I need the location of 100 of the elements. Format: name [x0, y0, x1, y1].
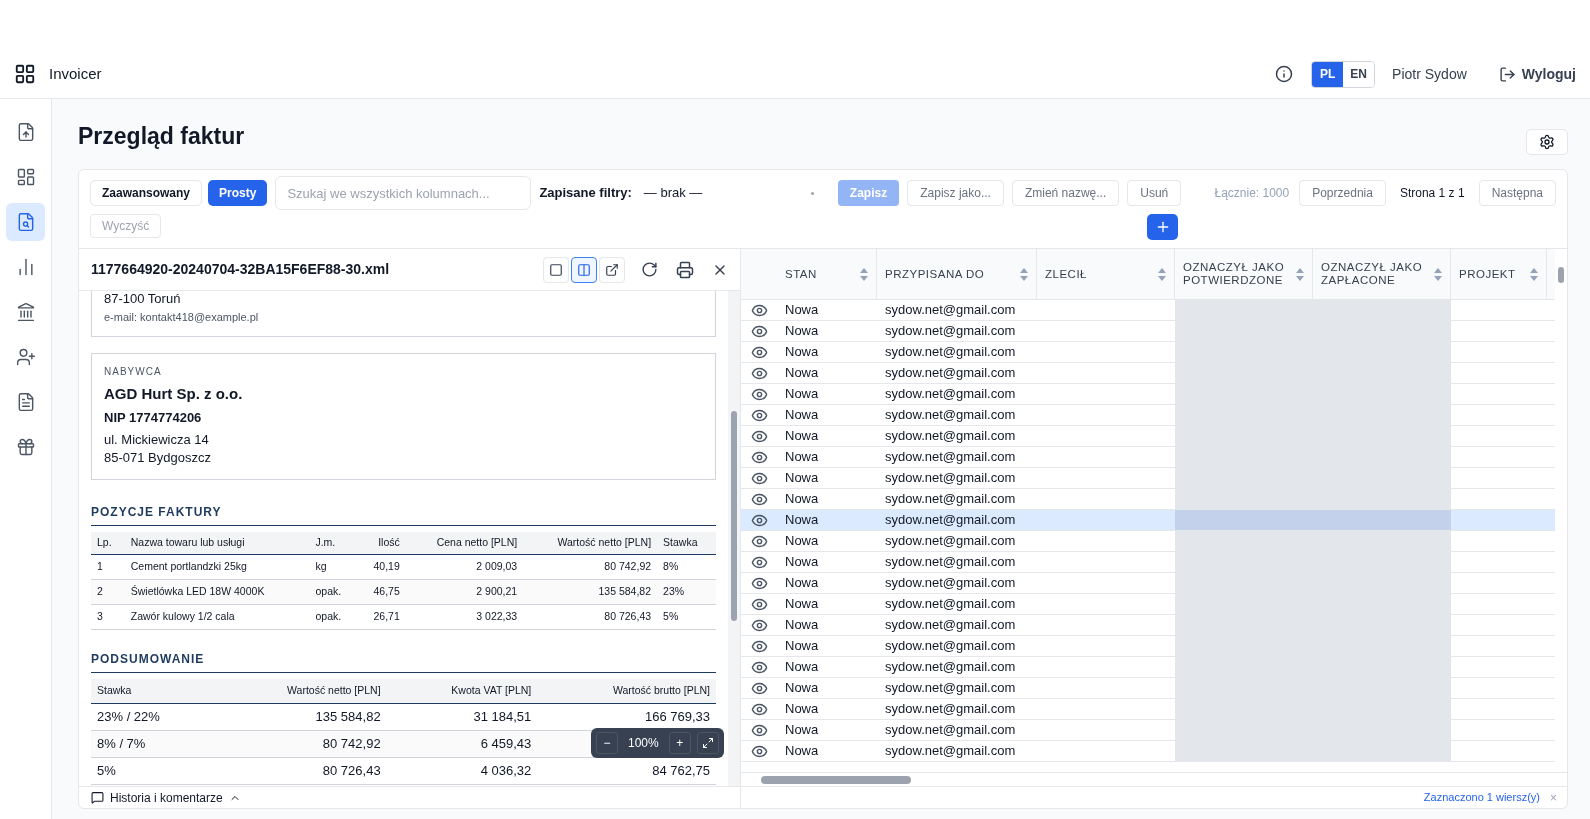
table-cell: 2 900,21 [405, 579, 524, 605]
sidebar-item[interactable] [6, 203, 45, 241]
add-button[interactable] [1147, 214, 1178, 240]
assignee-cell-text: sydow.net@gmail.com [885, 490, 1016, 509]
layout-toggle[interactable] [571, 256, 597, 283]
status-cell-text: Nowa [785, 658, 819, 677]
logout-button[interactable]: Wyloguj [1498, 63, 1576, 85]
column-header: Wartość brutto [PLN] [537, 679, 716, 703]
seller-email: e-mail: kontakt418@example.pl [104, 310, 260, 325]
table-row[interactable]: Nowa sydow.net@gmail.com [741, 447, 1555, 468]
status-cell-text: Nowa [785, 364, 819, 383]
buyer-nip: NIP 1774774206 [104, 409, 203, 427]
status-cell-text: Nowa [785, 553, 819, 572]
app-grid-icon[interactable] [14, 63, 36, 85]
page-title: Przegląd faktur [78, 121, 245, 151]
table-row[interactable]: Nowa sydow.net@gmail.com [741, 426, 1555, 447]
user-name: Piotr Sydow [1392, 64, 1467, 84]
previous-button[interactable]: Poprzednia [1299, 180, 1386, 206]
status-cell-text: Nowa [785, 595, 819, 614]
table-row[interactable]: Nowa sydow.net@gmail.com [741, 405, 1555, 426]
zoom-in-button[interactable]: + [668, 732, 691, 754]
filter-action-button[interactable]: Zmień nazwę... [1011, 180, 1120, 206]
assignee-cell-text: sydow.net@gmail.com [885, 595, 1016, 614]
table-cell: 2 [91, 579, 125, 605]
summary-heading: PODSUMOWANIE [91, 650, 716, 673]
table-row[interactable]: Nowa sydow.net@gmail.com [741, 321, 1555, 342]
fullscreen-button[interactable] [696, 732, 719, 754]
table-cell: 26,71 [357, 604, 406, 630]
status-cell-text: Nowa [785, 343, 819, 362]
buyer-heading: NABYWCA [104, 364, 163, 379]
table-cell: 5% [97, 762, 116, 778]
next-button[interactable]: Następna [1478, 180, 1556, 206]
mode-tab[interactable]: Prosty [208, 180, 268, 206]
bank-icon [15, 302, 36, 322]
mode-tab[interactable]: Zaawansowany [90, 180, 203, 206]
print-icon[interactable] [676, 260, 694, 279]
status-cell-text: Nowa [785, 427, 819, 446]
settings-button[interactable] [1526, 129, 1568, 155]
table-row[interactable]: Nowa sydow.net@gmail.com [741, 363, 1555, 384]
column-header: Wartość netto [PLN] [523, 531, 658, 555]
assignee-cell-text: sydow.net@gmail.com [885, 553, 1016, 572]
status-cell-text: Nowa [785, 448, 819, 467]
column-header: Stawka [657, 531, 716, 555]
column-header[interactable]: PROJEKT [1451, 249, 1547, 299]
status-cell-text: Nowa [785, 490, 819, 509]
table-cell: 46,75 [357, 579, 406, 605]
language-toggle[interactable]: PL [1312, 61, 1344, 87]
column-header[interactable]: OZNACZYŁ JAKO ZAPŁACONE [1313, 249, 1451, 299]
column-header[interactable]: PRZYPISANA DO [877, 249, 1037, 299]
column-header: Wartość netto [PLN] [213, 679, 387, 703]
table-row[interactable]: Nowa sydow.net@gmail.com [741, 300, 1555, 321]
table-cell: 80 742,92 [322, 735, 381, 751]
column-header[interactable]: ZLECIŁ [1037, 249, 1175, 299]
table-row[interactable]: Nowa sydow.net@gmail.com [741, 741, 1555, 762]
assignee-cell-text: sydow.net@gmail.com [885, 742, 1016, 761]
table-row[interactable]: Nowa sydow.net@gmail.com [741, 489, 1555, 510]
assignee-cell-text: sydow.net@gmail.com [885, 658, 1016, 677]
filter-action-button[interactable]: Zapisz jako... [907, 180, 1004, 206]
assignee-cell-text: sydow.net@gmail.com [885, 469, 1016, 488]
column-header[interactable]: STAN [777, 249, 877, 299]
table-row[interactable]: Nowa sydow.net@gmail.com [741, 552, 1555, 573]
zoom-out-button[interactable]: − [596, 732, 618, 754]
table-row[interactable]: Nowa sydow.net@gmail.com [741, 342, 1555, 363]
table-row[interactable]: Nowa sydow.net@gmail.com [741, 657, 1555, 678]
assignee-cell-text: sydow.net@gmail.com [885, 322, 1016, 341]
table-row[interactable]: Nowa sydow.net@gmail.com [741, 636, 1555, 657]
table-cell: 23% / 22% [97, 708, 160, 724]
user-add-icon [15, 347, 36, 367]
saved-filter-select[interactable]: — brak — [643, 180, 814, 206]
table-row[interactable]: Nowa sydow.net@gmail.com [741, 615, 1555, 636]
settings-icon [1539, 134, 1555, 150]
table-cell: 5% [657, 604, 716, 630]
table-row[interactable]: Nowa sydow.net@gmail.com [741, 720, 1555, 741]
table-cell: 3 022,33 [405, 604, 524, 630]
table-row[interactable]: Nowa sydow.net@gmail.com [741, 468, 1555, 489]
table-row[interactable]: Nowa sydow.net@gmail.com [741, 699, 1555, 720]
filter-action-button[interactable]: Usuń [1127, 180, 1182, 206]
single-pane-icon [549, 262, 563, 277]
table-row[interactable]: Nowa sydow.net@gmail.com [741, 531, 1555, 552]
refresh-icon[interactable] [641, 261, 658, 278]
table-row[interactable]: Nowa sydow.net@gmail.com [741, 510, 1555, 531]
assignee-cell-text: sydow.net@gmail.com [885, 427, 1016, 446]
column-header: Cena netto [PLN] [405, 531, 524, 555]
column-header[interactable]: OZNACZYŁ JAKO POTWIERDZONE [1175, 249, 1313, 299]
info-icon[interactable] [1275, 65, 1294, 83]
table-row[interactable]: Nowa sydow.net@gmail.com [741, 384, 1555, 405]
table-row[interactable]: Nowa sydow.net@gmail.com [741, 678, 1555, 699]
assignee-cell-text: sydow.net@gmail.com [885, 616, 1016, 635]
column-header: Nazwa towaru lub usługi [124, 531, 310, 555]
file-name: 1177664920-20240704-32BA15F6EF88-30.xml [91, 260, 390, 279]
column-header: Lp. [91, 531, 125, 555]
open-external-button[interactable] [599, 256, 625, 283]
horizontal-scrollbar[interactable] [741, 772, 1567, 786]
table-cell: 8% [657, 554, 716, 580]
search-field[interactable]: Szukaj we wszystkich kolumnach... [275, 176, 532, 210]
saved-filters-label: Zapisane filtry: [539, 184, 632, 203]
table-row[interactable]: Nowa sydow.net@gmail.com [741, 594, 1555, 615]
expand-icon [701, 737, 714, 749]
table-row[interactable]: Nowa sydow.net@gmail.com [741, 573, 1555, 594]
history-toggle[interactable]: Historia i komentarze [91, 788, 241, 807]
